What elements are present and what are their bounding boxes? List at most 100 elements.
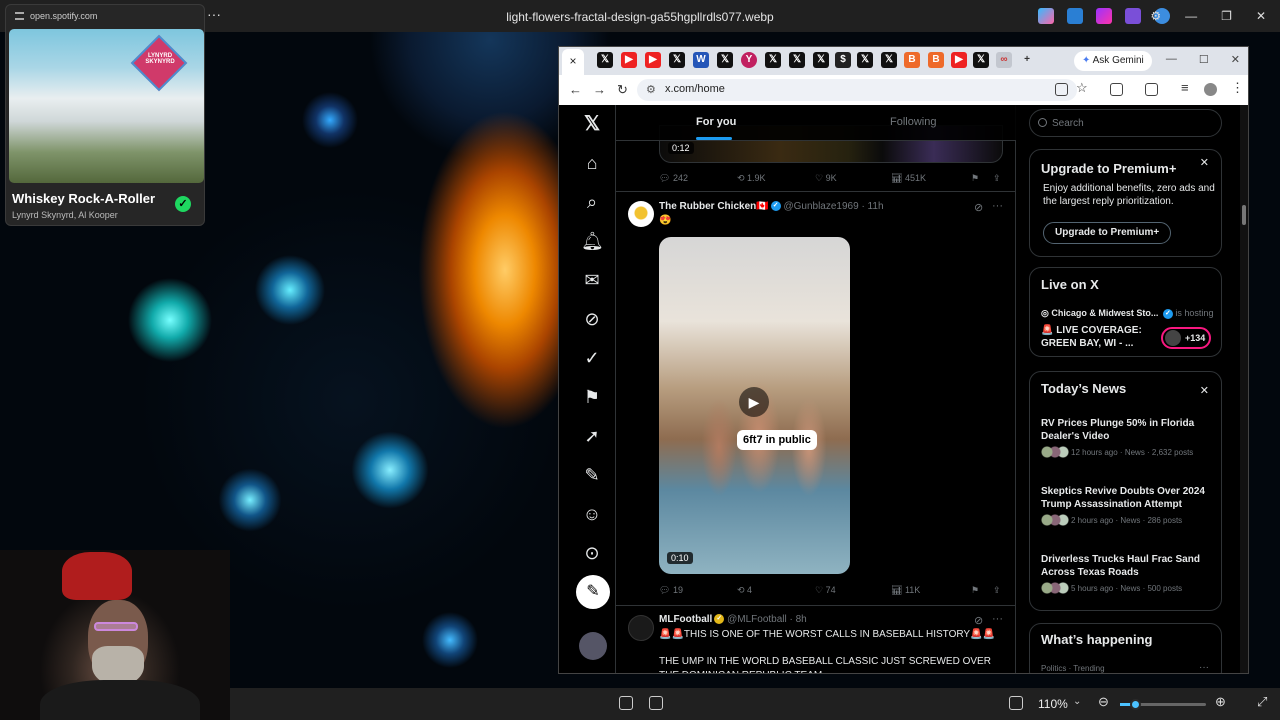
reply-button[interactable]: 💬︎ 242 bbox=[659, 173, 688, 184]
news-headline[interactable]: Skeptics Revive Doubts Over 2024 Trump A… bbox=[1041, 485, 1216, 511]
author-name[interactable]: The Rubber Chicken🇨🇦 bbox=[659, 201, 769, 212]
news-item[interactable]: RV Prices Plunge 50% in Florida Dealer's… bbox=[1041, 417, 1216, 458]
tab-youtube[interactable]: ▶ bbox=[621, 52, 637, 68]
post-video[interactable]: ▶ 6ft7 in public 0:10 bbox=[659, 237, 850, 574]
install-app-icon[interactable] bbox=[1055, 83, 1068, 96]
tab-youtube[interactable]: ▶ bbox=[951, 52, 967, 68]
maximize-button[interactable]: ☐ bbox=[1199, 53, 1209, 66]
extensions-icon[interactable] bbox=[1110, 83, 1123, 96]
site-info-icon[interactable]: ⚙ bbox=[646, 83, 656, 96]
tab-site[interactable]: ∞ bbox=[996, 52, 1012, 68]
clipchamp-icon[interactable] bbox=[1096, 8, 1112, 24]
reply-button[interactable]: 💬︎ 19 bbox=[659, 585, 683, 596]
home-icon[interactable]: ⌂ bbox=[581, 152, 603, 174]
trend-more-icon[interactable]: ··· bbox=[1199, 662, 1209, 673]
scrollbar-thumb[interactable] bbox=[1242, 205, 1246, 225]
tab-x[interactable]: 𝕏 bbox=[857, 52, 873, 68]
tab-x[interactable]: 𝕏 bbox=[765, 52, 781, 68]
account-avatar[interactable] bbox=[579, 632, 607, 660]
articles-icon[interactable]: ✎ bbox=[581, 464, 603, 486]
page-scrollbar[interactable] bbox=[1240, 105, 1248, 673]
omnibox[interactable]: ⚙ x.com/home bbox=[637, 79, 1077, 101]
address-text[interactable]: x.com/home bbox=[665, 83, 725, 95]
search-icon[interactable]: ⌕ bbox=[581, 191, 603, 213]
close-button[interactable]: ✕ bbox=[1256, 9, 1266, 23]
tab-x[interactable]: 𝕏 bbox=[717, 52, 733, 68]
jobs-icon[interactable]: ➚ bbox=[581, 425, 603, 447]
tab-site[interactable]: B bbox=[928, 52, 944, 68]
tab-for-you[interactable]: For you bbox=[696, 116, 736, 128]
settings-icon[interactable]: ⚙ bbox=[1150, 9, 1161, 23]
menu-icon[interactable]: ⋮ bbox=[1231, 80, 1244, 96]
back-icon[interactable]: ← bbox=[569, 82, 582, 97]
close-icon[interactable]: ✕ bbox=[1200, 384, 1209, 397]
minimize-button[interactable]: — bbox=[1185, 9, 1197, 23]
x-logo-icon[interactable]: 𝕏 bbox=[581, 113, 603, 135]
tab-site[interactable]: B bbox=[904, 52, 920, 68]
author-line[interactable]: The Rubber Chicken🇨🇦 ✓ @Gunblaze1969 · 11… bbox=[659, 201, 884, 212]
author-handle[interactable]: @Gunblaze1969 · 11h bbox=[783, 201, 883, 212]
fullscreen-fit-icon[interactable] bbox=[1009, 696, 1023, 710]
bookmark-star-icon[interactable]: ☆ bbox=[1076, 80, 1088, 96]
live-listener-count[interactable]: +134 bbox=[1161, 327, 1211, 349]
spotify-miniplayer[interactable]: open.spotify.com LYNYRD SKYNYRD Whiskey … bbox=[5, 4, 205, 226]
views-button[interactable]: 📊︎ 451K bbox=[891, 173, 926, 184]
author-line[interactable]: MLFootball ✓ @MLFootball · 8h bbox=[659, 614, 807, 625]
bookmarks-icon[interactable]: ⚑ bbox=[581, 386, 603, 408]
author-handle[interactable]: @MLFootball · 8h bbox=[727, 614, 807, 625]
reading-list-icon[interactable]: ≡ bbox=[1181, 80, 1189, 95]
new-tab-button[interactable]: + bbox=[1019, 52, 1035, 68]
author-avatar[interactable] bbox=[628, 615, 654, 641]
profile-avatar[interactable] bbox=[1204, 83, 1217, 96]
active-tab-close[interactable]: × bbox=[562, 49, 584, 75]
tab-x[interactable]: 𝕏 bbox=[973, 52, 989, 68]
expand-icon[interactable]: ⤢ bbox=[1257, 694, 1267, 710]
news-item[interactable]: Skeptics Revive Doubts Over 2024 Trump A… bbox=[1041, 485, 1216, 526]
tab-x[interactable]: 𝕏 bbox=[597, 52, 613, 68]
news-headline[interactable]: Driverless Trucks Haul Frac Sand Across … bbox=[1041, 553, 1216, 579]
upgrade-premium-button[interactable]: Upgrade to Premium+ bbox=[1043, 222, 1172, 244]
maximize-button[interactable]: ❐ bbox=[1221, 9, 1232, 23]
close-button[interactable]: ✕ bbox=[1231, 53, 1240, 66]
edit-icon[interactable] bbox=[1067, 8, 1083, 24]
tab-site[interactable]: Y bbox=[741, 52, 757, 68]
post-button[interactable]: ✎ bbox=[576, 575, 610, 609]
verified-orgs-icon[interactable]: ✓ bbox=[581, 347, 603, 369]
side-panel-icon[interactable] bbox=[1145, 83, 1158, 96]
site-settings-icon[interactable] bbox=[15, 12, 24, 20]
tab-site[interactable]: W bbox=[693, 52, 709, 68]
reload-icon[interactable]: ↻ bbox=[617, 82, 628, 98]
share-icon[interactable]: ⇪ bbox=[993, 173, 1001, 184]
grok-icon[interactable]: ⊘ bbox=[581, 308, 603, 330]
close-icon[interactable]: ✕ bbox=[1200, 156, 1209, 169]
tab-x[interactable]: 𝕏 bbox=[813, 52, 829, 68]
minimize-button[interactable]: — bbox=[1166, 53, 1177, 66]
tab-site[interactable]: $ bbox=[835, 52, 851, 68]
repost-button[interactable]: ⟲ 4 bbox=[737, 585, 752, 596]
ask-gemini-button[interactable]: ✦ Ask Gemini bbox=[1074, 51, 1152, 71]
crop-icon[interactable] bbox=[649, 696, 663, 710]
play-icon[interactable]: ▶ bbox=[739, 387, 769, 417]
zoom-in-icon[interactable]: ⊕ bbox=[1215, 694, 1226, 710]
share-icon[interactable]: ⇪ bbox=[993, 585, 1001, 596]
messages-icon[interactable]: ✉ bbox=[581, 269, 603, 291]
zoom-slider-knob[interactable] bbox=[1130, 699, 1141, 710]
post-more-icon[interactable]: ··· bbox=[992, 613, 1003, 625]
grok-icon[interactable]: ⊘ bbox=[974, 201, 983, 214]
tab-x[interactable]: 𝕏 bbox=[669, 52, 685, 68]
tab-following[interactable]: Following bbox=[890, 116, 936, 128]
search-input[interactable]: Search bbox=[1029, 109, 1222, 137]
saved-check-icon[interactable]: ✓ bbox=[175, 196, 191, 212]
post-more-icon[interactable]: ··· bbox=[992, 200, 1003, 212]
chevron-down-icon[interactable]: ⌄ bbox=[1073, 696, 1081, 707]
grok-icon[interactable]: ⊘ bbox=[974, 614, 983, 627]
live-event-title[interactable]: 🚨 LIVE COVERAGE: GREEN BAY, WI - ... bbox=[1041, 324, 1161, 350]
zoom-slider[interactable] bbox=[1120, 699, 1206, 710]
fit-icon[interactable] bbox=[619, 696, 633, 710]
news-headline[interactable]: RV Prices Plunge 50% in Florida Dealer's… bbox=[1041, 417, 1216, 443]
bookmark-icon[interactable]: ⚑ bbox=[971, 585, 979, 596]
tab-youtube[interactable]: ▶ bbox=[645, 52, 661, 68]
like-button[interactable]: ♡ 74 bbox=[815, 585, 836, 596]
tab-x[interactable]: 𝕏 bbox=[789, 52, 805, 68]
designer-icon[interactable] bbox=[1125, 8, 1141, 24]
